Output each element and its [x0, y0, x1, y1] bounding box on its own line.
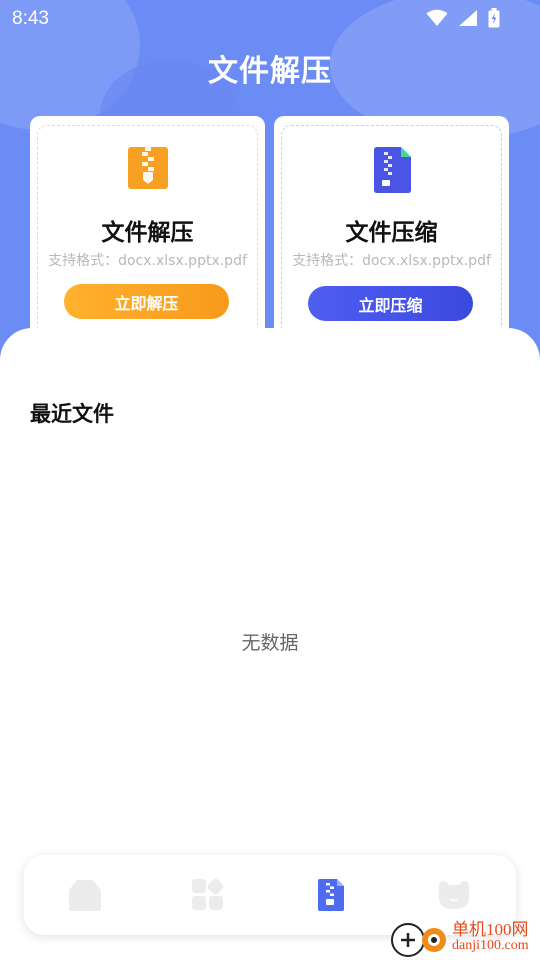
- compress-card[interactable]: 文件压缩 支持格式：docx.xlsx.pptx.pdf 立即压缩: [274, 116, 509, 356]
- cell-signal-icon: [459, 10, 477, 26]
- tab-archive[interactable]: [311, 875, 351, 915]
- tab-profile[interactable]: [434, 875, 474, 915]
- watermark-logo: [391, 923, 446, 957]
- compressed-file-icon: [372, 146, 412, 198]
- supported-formats: 支持格式：docx.xlsx.pptx.pdf: [292, 253, 491, 269]
- apps-icon: [192, 878, 224, 910]
- recent-files-title: 最近文件: [30, 402, 114, 426]
- battery-icon: [488, 8, 500, 28]
- extract-now-button[interactable]: 立即解压: [64, 284, 229, 319]
- status-time: 8:43: [12, 8, 49, 29]
- home-icon: [69, 880, 101, 911]
- empty-state-text: 无数据: [241, 632, 299, 654]
- compress-now-button[interactable]: 立即压缩: [308, 286, 473, 321]
- tab-apps[interactable]: [188, 875, 228, 915]
- watermark-line1: 单机100网: [452, 920, 529, 939]
- tab-home[interactable]: [65, 875, 105, 915]
- extract-card[interactable]: 文件解压 支持格式：docx.xlsx.pptx.pdf 立即解压: [30, 116, 265, 356]
- profile-icon: [438, 881, 470, 909]
- card-title: 文件压缩: [345, 220, 438, 246]
- archive-icon: [318, 879, 344, 911]
- watermark: 单机100网 danji100.com: [388, 916, 529, 960]
- status-bar: 8:43: [0, 0, 540, 36]
- watermark-text: 单机100网 danji100.com: [452, 920, 529, 954]
- status-icons: [426, 8, 500, 28]
- supported-formats: 支持格式：docx.xlsx.pptx.pdf: [48, 253, 247, 269]
- watermark-line2: danji100.com: [452, 938, 529, 953]
- page-title: 文件解压: [208, 54, 332, 89]
- zip-file-icon: [127, 146, 169, 194]
- card-title: 文件解压: [101, 220, 194, 246]
- wifi-icon: [426, 9, 448, 26]
